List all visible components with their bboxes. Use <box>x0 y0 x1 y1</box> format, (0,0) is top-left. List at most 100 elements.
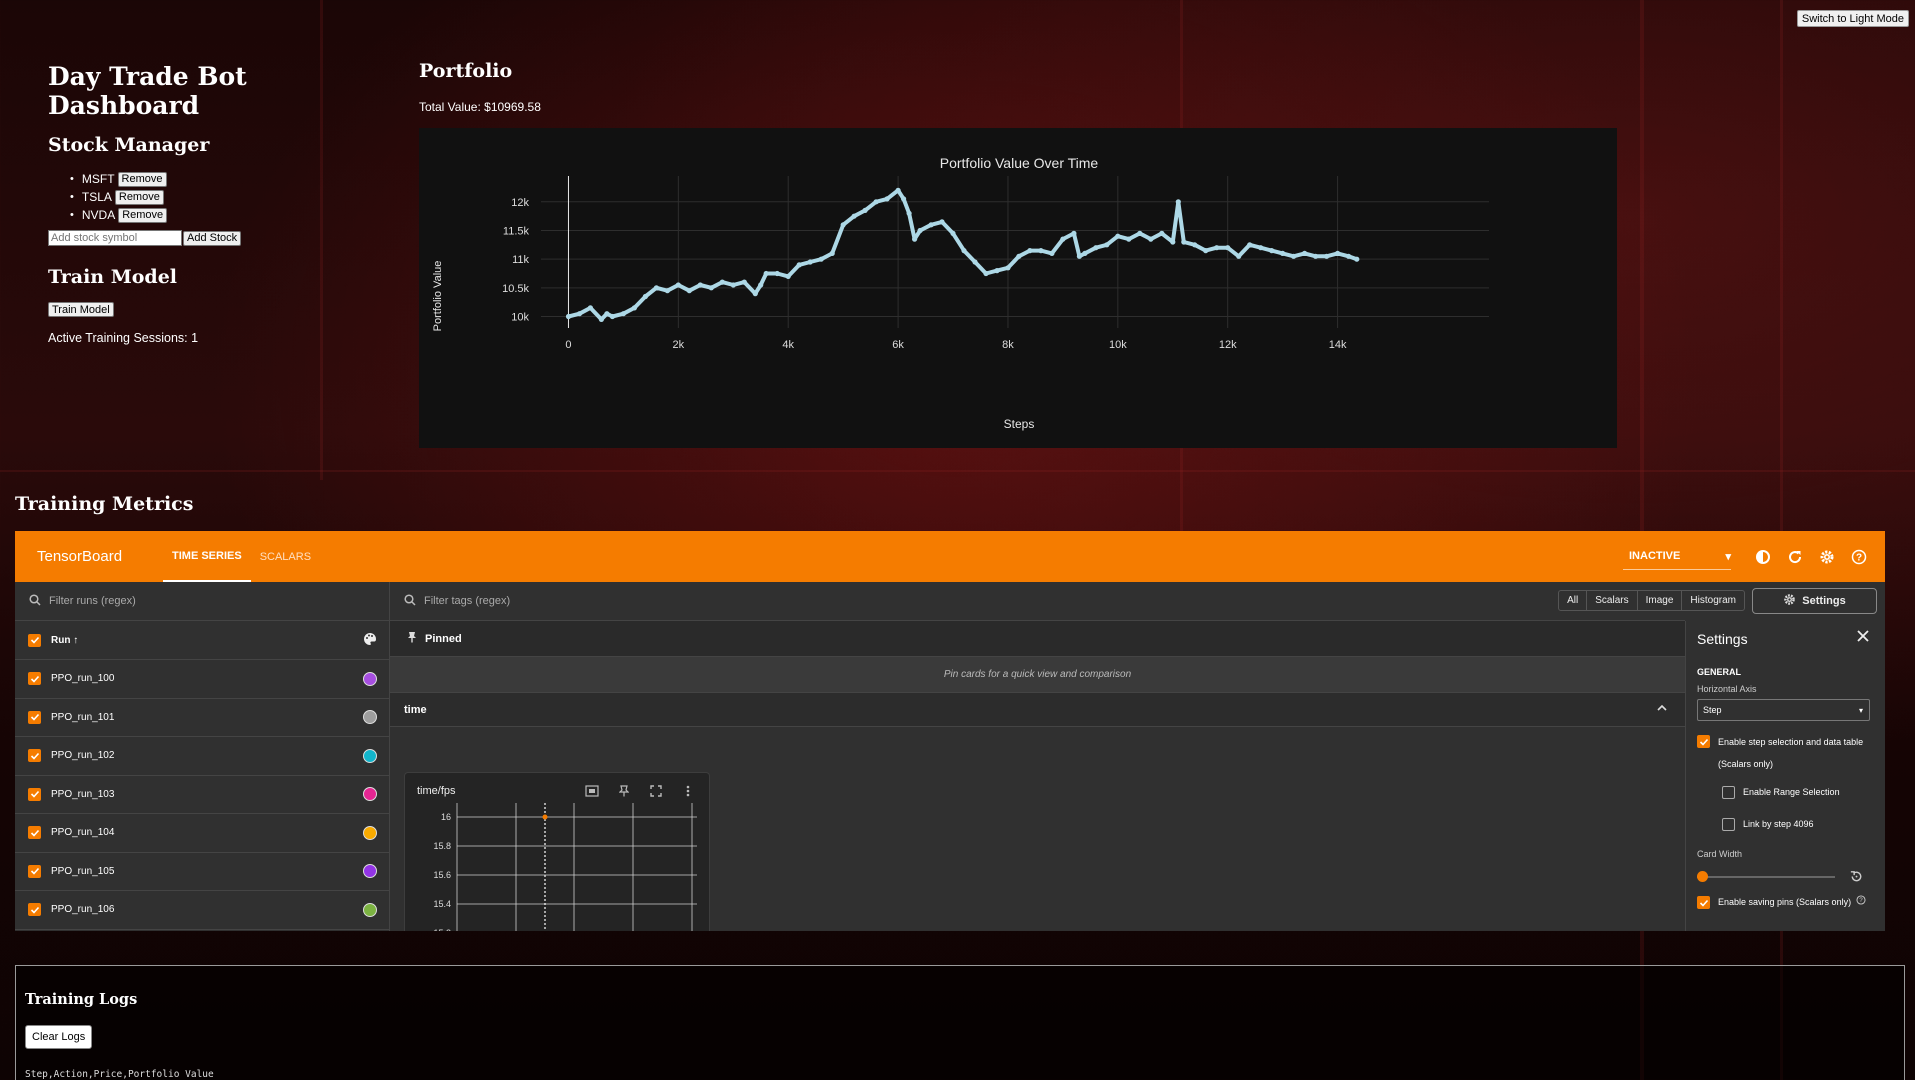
filter-scalars[interactable]: Scalars <box>1587 591 1638 610</box>
run-row[interactable]: PPO_run_106 <box>15 891 389 930</box>
remove-stock-button[interactable]: Remove <box>117 171 167 187</box>
saving-pins-option[interactable]: Enable saving pins (Scalars only) ? <box>1697 895 1885 909</box>
time-group-header[interactable]: time <box>390 693 1685 727</box>
caret-down-icon: ▾ <box>1858 706 1863 715</box>
stock-item: MSFT Remove <box>70 170 378 188</box>
add-stock-button[interactable]: Add Stock <box>183 230 242 246</box>
remove-stock-button[interactable]: Remove <box>114 189 164 205</box>
log-header-line: Step,Action,Price,Portfolio Value <box>25 1069 214 1080</box>
pin-icon[interactable] <box>613 781 635 801</box>
training-logs-panel: Training Logs Clear Logs Step,Action,Pri… <box>15 965 1905 1080</box>
data-point <box>1175 199 1181 205</box>
runs-filter[interactable]: Filter runs (regex) <box>15 582 389 621</box>
data-point <box>631 305 637 311</box>
run-checkbox[interactable] <box>28 672 41 686</box>
run-row[interactable]: PPO_run_101 <box>15 699 389 737</box>
link-by-step-option[interactable]: Link by step 4096 <box>1722 815 1885 833</box>
fit-domain-icon[interactable] <box>581 781 603 801</box>
clear-logs-button[interactable]: Clear Logs <box>25 1025 93 1049</box>
horizontal-axis-select[interactable]: Step ▾ <box>1697 699 1870 721</box>
reset-icon[interactable] <box>1849 869 1864 889</box>
y-tick-label: 10.5k <box>502 283 529 295</box>
slider-knob[interactable] <box>1697 871 1708 882</box>
brightness-icon[interactable] <box>1753 547 1773 567</box>
run-checkbox[interactable] <box>28 903 41 917</box>
data-point <box>1354 256 1360 262</box>
filter-histogram[interactable]: Histogram <box>1682 591 1744 610</box>
header-actions: INACTIVE ▾ ? <box>1623 531 1869 582</box>
palette-icon[interactable] <box>363 632 377 649</box>
run-color-swatch[interactable] <box>363 748 377 763</box>
settings-panel: Settings GENERAL Horizontal Axis Step ▾ … <box>1685 621 1885 931</box>
portfolio-chart[interactable]: Portfolio Value Over Time Steps Portfoli… <box>419 128 1617 448</box>
data-point <box>906 210 912 216</box>
fullscreen-icon[interactable] <box>645 781 667 801</box>
saving-pins-checkbox[interactable] <box>1697 896 1710 909</box>
run-color-swatch[interactable] <box>363 787 377 802</box>
data-point <box>752 291 758 297</box>
data-point <box>1016 253 1022 259</box>
data-point <box>1027 248 1033 254</box>
x-tick-label: 8k <box>1002 339 1014 351</box>
runs-filter-placeholder: Filter runs (regex) <box>49 595 136 607</box>
gear-icon[interactable] <box>1817 547 1837 567</box>
run-checkbox[interactable] <box>28 864 41 878</box>
select-all-checkbox[interactable] <box>28 633 41 647</box>
stock-manager-heading: Stock Manager <box>48 134 210 156</box>
help-icon[interactable]: ? <box>1856 895 1866 909</box>
chevron-up-icon[interactable] <box>1657 703 1667 715</box>
run-color-swatch[interactable] <box>363 902 377 917</box>
card-chart[interactable]: 16 15.8 15.6 15.4 15.2 <box>405 803 711 931</box>
stock-symbol-input[interactable] <box>48 230 182 246</box>
link-by-step-checkbox[interactable] <box>1722 817 1735 831</box>
run-row[interactable]: PPO_run_100 <box>15 660 389 699</box>
run-checkbox[interactable] <box>28 787 41 801</box>
data-point <box>653 285 659 291</box>
run-row[interactable]: PPO_run_104 <box>15 814 389 853</box>
run-name: PPO_run_101 <box>51 711 115 723</box>
card-toolbar <box>571 781 699 801</box>
run-color-swatch[interactable] <box>363 671 377 686</box>
tab-scalars[interactable]: SCALARS <box>251 531 320 582</box>
run-checkbox[interactable] <box>28 710 41 724</box>
run-color-swatch[interactable] <box>363 710 377 725</box>
data-point <box>1126 236 1132 242</box>
tags-filter[interactable]: Filter tags (regex) <box>390 582 1685 621</box>
filter-image[interactable]: Image <box>1638 591 1683 610</box>
help-icon[interactable]: ? <box>1849 547 1869 567</box>
runs-sidebar: Filter runs (regex) Run ↑ PPO_run_100 PPO… <box>15 582 390 931</box>
run-row[interactable]: PPO_run_103 <box>15 776 389 814</box>
tensorboard-header: TensorBoard TIME SERIES SCALARS INACTIVE… <box>15 531 1885 582</box>
data-point <box>1313 253 1319 259</box>
data-point <box>642 293 648 300</box>
step-selection-checkbox[interactable] <box>1697 735 1710 748</box>
theme-toggle-button[interactable]: Switch to Light Mode <box>1796 10 1909 27</box>
more-vert-icon[interactable] <box>677 781 699 801</box>
data-point <box>851 213 857 219</box>
filter-all[interactable]: All <box>1559 591 1588 610</box>
close-icon[interactable] <box>1857 629 1869 645</box>
settings-button[interactable]: Settings <box>1752 588 1877 614</box>
portfolio-chart-svg: Portfolio Value Over Time Steps Portfoli… <box>432 155 1489 431</box>
range-selection-option[interactable]: Enable Range Selection <box>1722 783 1885 801</box>
portfolio-section: Portfolio Total Value: $10969.58 <box>419 60 541 114</box>
run-checkbox[interactable] <box>28 749 41 763</box>
run-checkbox[interactable] <box>28 826 41 840</box>
remove-stock-button[interactable]: Remove <box>118 207 168 223</box>
train-model-button[interactable]: Train Model <box>48 302 114 317</box>
data-point <box>961 248 967 254</box>
card-width-slider[interactable] <box>1697 869 1872 883</box>
card-y-tick: 16 <box>441 812 451 822</box>
x-tick-label: 2k <box>673 339 685 351</box>
tab-time-series[interactable]: TIME SERIES <box>163 531 251 582</box>
step-selection-option[interactable]: Enable step selection and data table (Sc… <box>1697 731 1885 775</box>
range-selection-checkbox[interactable] <box>1722 785 1735 799</box>
run-row[interactable]: PPO_run_105 <box>15 853 389 891</box>
run-color-swatch[interactable] <box>363 864 377 879</box>
run-row[interactable]: PPO_run_102 <box>15 737 389 776</box>
status-dropdown[interactable]: INACTIVE ▾ <box>1623 544 1731 570</box>
run-color-swatch[interactable] <box>363 825 377 840</box>
run-column-header[interactable]: Run ↑ <box>51 635 78 646</box>
refresh-icon[interactable] <box>1785 547 1805 567</box>
data-point <box>1093 245 1099 251</box>
